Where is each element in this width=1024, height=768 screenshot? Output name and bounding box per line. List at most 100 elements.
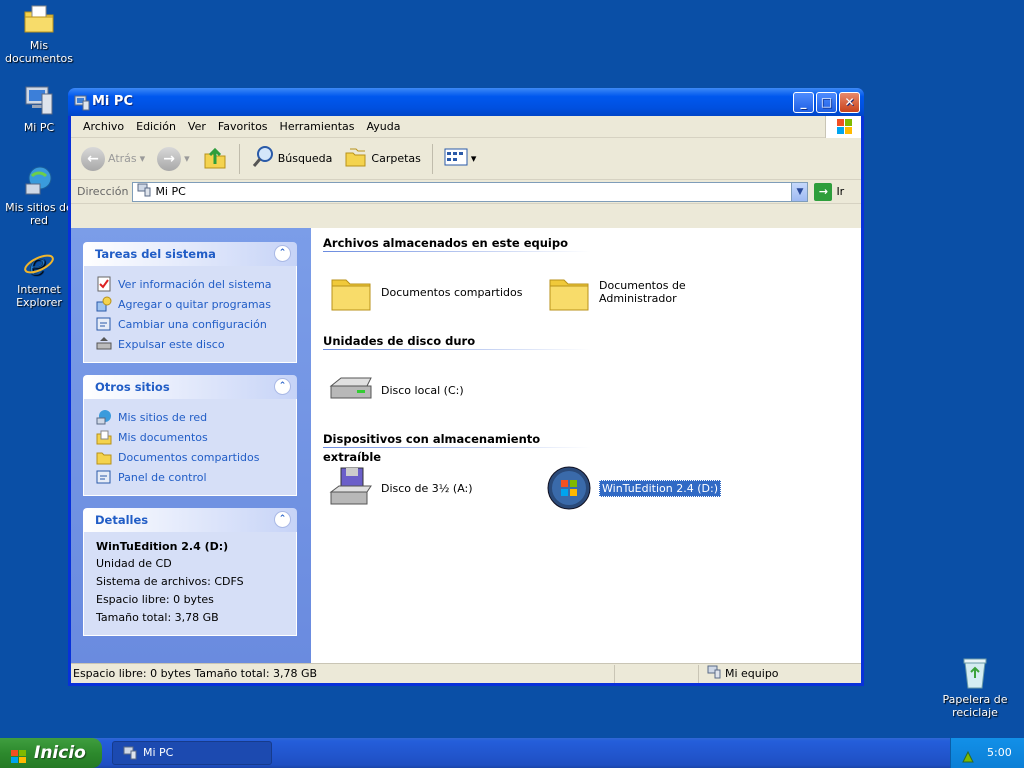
place-control-panel[interactable]: Panel de control bbox=[96, 467, 286, 487]
status-text: Espacio libre: 0 bytes Tamaño total: 3,7… bbox=[71, 664, 615, 683]
desktop-icon-label: Papelera de reciclaje bbox=[942, 693, 1008, 719]
menu-favoritos[interactable]: Favoritos bbox=[212, 120, 274, 133]
folders-icon bbox=[344, 145, 368, 172]
system-tray: 5:00 bbox=[950, 738, 1024, 768]
menu-ver[interactable]: Ver bbox=[182, 120, 212, 133]
item-cd-drive-d[interactable]: WinTuEdition 2.4 (D:) bbox=[541, 464, 759, 512]
item-label-selected: WinTuEdition 2.4 (D:) bbox=[599, 479, 721, 497]
eject-disc-icon bbox=[96, 336, 112, 352]
details-type: Unidad de CD bbox=[96, 557, 172, 570]
collapse-chevron-icon[interactable]: ⌃ bbox=[274, 245, 291, 262]
task-view-system-info[interactable]: Ver información del sistema bbox=[96, 274, 286, 294]
explorer-window: Mi PC _ □ ✕ Archivo Edición Ver Favorito… bbox=[68, 88, 864, 686]
search-button[interactable]: Búsqueda bbox=[247, 142, 337, 176]
tray-icon[interactable] bbox=[961, 746, 975, 763]
minimize-icon: _ bbox=[800, 95, 807, 109]
folders-button[interactable]: Carpetas bbox=[340, 142, 424, 176]
dropdown-arrow-icon: ▾ bbox=[184, 152, 190, 165]
status-zone-label: Mi equipo bbox=[725, 667, 779, 680]
collapse-chevron-icon[interactable]: ⌃ bbox=[274, 511, 291, 528]
item-label: Documentos compartidos bbox=[381, 285, 523, 299]
computer-icon bbox=[22, 84, 56, 118]
place-label: Mis documentos bbox=[118, 430, 208, 444]
task-change-setting[interactable]: Cambiar una configuración bbox=[96, 314, 286, 334]
menu-edicion[interactable]: Edición bbox=[130, 120, 182, 133]
back-arrow-icon: ← bbox=[81, 146, 105, 171]
go-button[interactable]: → Ir bbox=[814, 182, 845, 201]
task-pane: Tareas del sistema ⌃ Ver información del… bbox=[71, 228, 311, 663]
details-filesystem: Sistema de archivos: CDFS bbox=[96, 575, 244, 588]
menu-herramientas[interactable]: Herramientas bbox=[274, 120, 361, 133]
folder-icon bbox=[545, 268, 593, 316]
folder-icon bbox=[96, 449, 112, 465]
menu-archivo[interactable]: Archivo bbox=[77, 120, 130, 133]
place-network[interactable]: Mis sitios de red bbox=[96, 407, 286, 427]
address-value: Mi PC bbox=[155, 185, 186, 198]
panel-header[interactable]: Tareas del sistema ⌃ bbox=[83, 242, 297, 266]
panel-header[interactable]: Otros sitios ⌃ bbox=[83, 375, 297, 399]
close-icon: ✕ bbox=[844, 95, 855, 109]
forward-button[interactable]: → ▾ bbox=[153, 142, 194, 176]
panel-title: Detalles bbox=[95, 513, 149, 527]
desktop-icon-my-pc[interactable]: Mi PC bbox=[2, 84, 76, 134]
desktop-icon-recycle-bin[interactable]: Papelera de reciclaje bbox=[936, 656, 1014, 719]
dropdown-arrow-icon: ▾ bbox=[470, 152, 477, 165]
panel-title: Otros sitios bbox=[95, 380, 170, 394]
item-label: Disco de 3½ (A:) bbox=[381, 481, 473, 495]
views-button[interactable]: ▾ bbox=[440, 142, 481, 176]
desktop-icon-network[interactable]: Mis sitios de red bbox=[2, 164, 76, 227]
status-zone: Mi equipo bbox=[699, 665, 779, 682]
task-eject-disc[interactable]: Expulsar este disco bbox=[96, 334, 286, 354]
file-list: Archivos almacenados en este equipo Docu… bbox=[311, 228, 861, 663]
maximize-button[interactable]: □ bbox=[816, 92, 837, 113]
desktop-icon-label: Internet Explorer bbox=[16, 283, 62, 309]
back-button[interactable]: ← Atrás ▾ bbox=[77, 142, 149, 176]
desktop-icon-label: Mis documentos bbox=[5, 39, 73, 65]
taskbar-window-button[interactable]: Mi PC bbox=[112, 741, 272, 765]
place-my-documents[interactable]: Mis documentos bbox=[96, 427, 286, 447]
forward-arrow-icon: → bbox=[157, 146, 182, 171]
address-dropdown-icon[interactable]: ▼ bbox=[791, 182, 808, 201]
place-shared-documents[interactable]: Documentos compartidos bbox=[96, 447, 286, 467]
item-floppy-a[interactable]: Disco de 3½ (A:) bbox=[323, 464, 541, 512]
search-icon bbox=[251, 145, 275, 172]
desktop-icon-ie[interactable]: e Internet Explorer bbox=[2, 246, 76, 309]
task-add-remove-programs[interactable]: Agregar o quitar programas bbox=[96, 294, 286, 314]
up-button[interactable] bbox=[198, 142, 232, 176]
start-button[interactable]: Inicio bbox=[0, 738, 102, 768]
go-label: Ir bbox=[836, 185, 845, 198]
item-admin-documents[interactable]: Documentos de Administrador bbox=[541, 268, 759, 316]
toolbar-separator bbox=[238, 143, 240, 174]
minimize-button[interactable]: _ bbox=[793, 92, 814, 113]
svg-text:e: e bbox=[28, 247, 46, 280]
address-input[interactable]: Mi PC ▼ bbox=[132, 181, 809, 202]
collapse-chevron-icon[interactable]: ⌃ bbox=[274, 378, 291, 395]
panel-header[interactable]: Detalles ⌃ bbox=[83, 508, 297, 532]
menu-ayuda[interactable]: Ayuda bbox=[360, 120, 406, 133]
control-panel-icon bbox=[96, 316, 112, 332]
start-label: Inicio bbox=[34, 743, 86, 763]
folder-icon bbox=[327, 268, 375, 316]
item-local-disk-c[interactable]: Disco local (C:) bbox=[323, 366, 541, 414]
desktop-icon-my-documents[interactable]: Mis documentos bbox=[2, 2, 76, 65]
clock: 5:00 bbox=[987, 746, 1012, 759]
folder-documents-icon bbox=[22, 2, 56, 36]
task-label: Cambiar una configuración bbox=[118, 317, 267, 331]
group-header: Dispositivos con almacenamiento extraíbl… bbox=[323, 430, 591, 464]
menu-bar: Archivo Edición Ver Favoritos Herramient… bbox=[71, 116, 861, 138]
details-total-size: Tamaño total: 3,78 GB bbox=[96, 611, 219, 624]
windows-disc-icon bbox=[545, 464, 593, 512]
task-label: Agregar o quitar programas bbox=[118, 297, 272, 311]
place-label: Mis sitios de red bbox=[118, 410, 208, 424]
desktop-icon-label: Mis sitios de red bbox=[5, 201, 73, 227]
place-label: Panel de control bbox=[118, 470, 207, 484]
item-label: Disco local (C:) bbox=[381, 383, 464, 397]
windows-flag-icon bbox=[10, 745, 28, 763]
title-bar[interactable]: Mi PC _ □ ✕ bbox=[68, 88, 864, 116]
close-button[interactable]: ✕ bbox=[839, 92, 860, 113]
network-places-icon bbox=[22, 164, 56, 198]
computer-icon bbox=[123, 746, 137, 760]
item-shared-documents[interactable]: Documentos compartidos bbox=[323, 268, 541, 316]
place-label: Documentos compartidos bbox=[118, 450, 260, 464]
windows-logo-icon bbox=[825, 116, 861, 138]
